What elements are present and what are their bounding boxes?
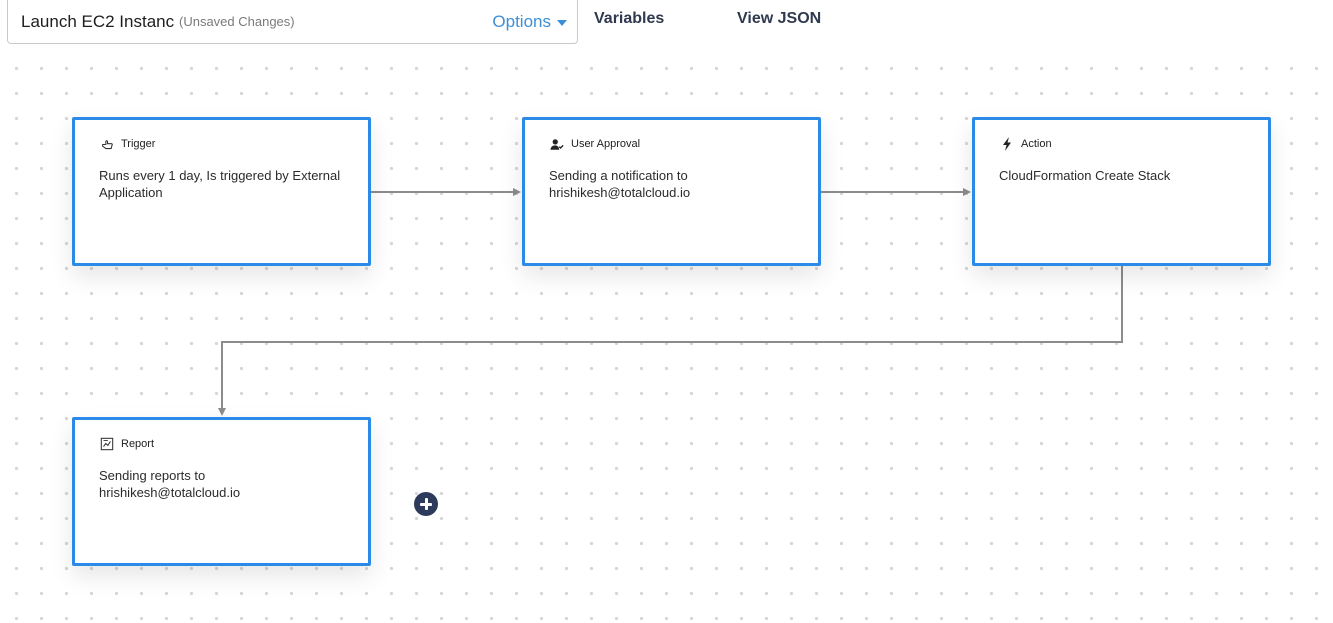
workflow-name-box[interactable]: Launch EC2 Instanc (Unsaved Changes) Opt… — [7, 0, 578, 44]
unsaved-status: (Unsaved Changes) — [179, 14, 295, 29]
add-node-button[interactable] — [414, 492, 438, 516]
caret-down-icon — [557, 19, 567, 26]
variables-link[interactable]: Variables — [594, 9, 664, 29]
hand-pointer-icon — [99, 136, 115, 152]
trigger-title: Trigger — [121, 138, 156, 150]
lightning-bolt-icon — [999, 136, 1015, 152]
report-node[interactable]: Report Sending reports to hrishikesh@tot… — [72, 417, 371, 566]
options-dropdown[interactable]: Options — [492, 11, 567, 33]
workflow-name-input[interactable]: Launch EC2 Instanc — [21, 11, 179, 33]
view-json-link[interactable]: View JSON — [737, 9, 821, 29]
trigger-node[interactable]: Trigger Runs every 1 day, Is triggered b… — [72, 117, 371, 266]
options-label: Options — [492, 12, 551, 31]
user-check-icon — [549, 136, 565, 152]
action-title: Action — [1021, 138, 1052, 150]
trigger-description: Runs every 1 day, Is triggered by Extern… — [99, 168, 341, 200]
report-description: Sending reports to hrishikesh@totalcloud… — [99, 468, 241, 500]
report-document-icon — [99, 436, 115, 452]
user-approval-node[interactable]: User Approval Sending a notification to … — [522, 117, 821, 266]
user-approval-description: Sending a notification to hrishikesh@tot… — [549, 168, 691, 200]
action-description: CloudFormation Create Stack — [999, 168, 1171, 183]
report-title: Report — [121, 438, 155, 450]
user-approval-title: User Approval — [571, 138, 641, 150]
action-node[interactable]: Action CloudFormation Create Stack — [972, 117, 1271, 266]
